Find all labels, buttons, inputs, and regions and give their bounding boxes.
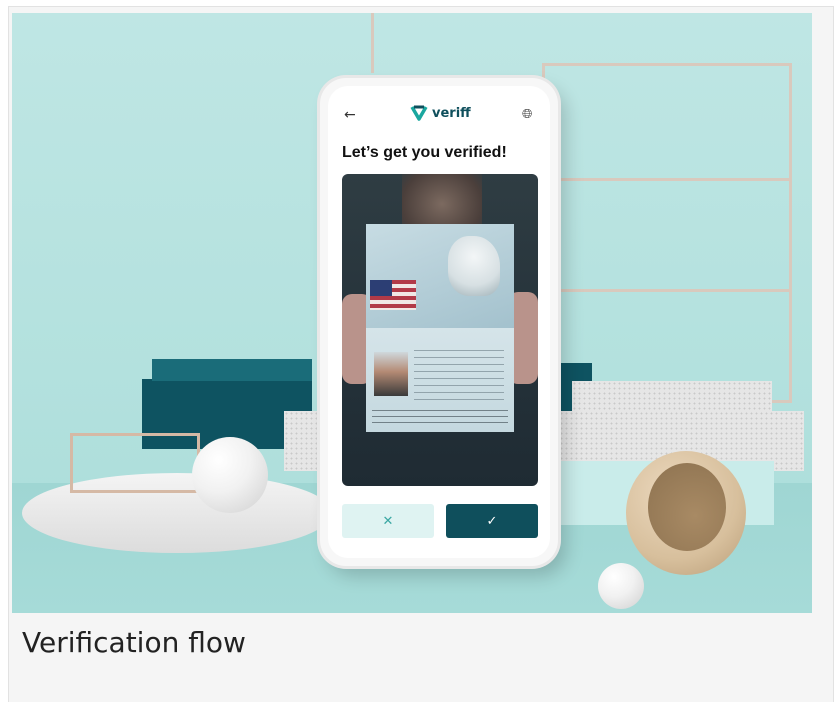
image-caption: Verification flow — [22, 626, 246, 659]
passport — [366, 224, 514, 432]
confirm-button[interactable]: ✓ — [446, 504, 538, 538]
passport-data-page — [366, 328, 514, 432]
person-face — [402, 174, 482, 228]
retake-button[interactable]: ✕ — [342, 504, 434, 538]
app-header: ← veriff 🌐︎ — [328, 104, 550, 126]
globe-icon[interactable]: 🌐︎ — [522, 108, 532, 122]
captured-document-photo — [342, 174, 538, 486]
passport-details — [414, 350, 504, 400]
screen-heading: Let’s get you verified! — [342, 144, 507, 161]
dark-block-top — [152, 359, 312, 381]
brand-name: veriff — [432, 105, 471, 121]
metal-frame — [542, 63, 792, 403]
metal-frame-vertical — [366, 13, 374, 73]
back-arrow-icon[interactable]: ← — [344, 108, 356, 122]
white-sphere — [192, 437, 268, 513]
speckled-block-top — [572, 381, 772, 411]
small-white-sphere — [598, 563, 644, 609]
phone-mockup: ← veriff 🌐︎ Let’s get you verified! ✕ ✓ — [320, 78, 558, 566]
passport-mrz — [372, 410, 508, 424]
metal-frame-bottom — [70, 433, 200, 493]
tan-hemisphere-inner — [648, 463, 726, 551]
close-icon: ✕ — [382, 513, 394, 528]
eagle-illustration — [448, 236, 500, 296]
passport-cover-page — [366, 224, 514, 328]
brand-logo: veriff — [410, 105, 471, 121]
phone-screen: ← veriff 🌐︎ Let’s get you verified! ✕ ✓ — [328, 86, 550, 558]
veriff-logo-icon — [410, 105, 428, 121]
flag-canton — [370, 280, 392, 296]
passport-holder-photo — [374, 352, 408, 396]
metal-frame-rail — [542, 178, 792, 181]
hero-image: ← veriff 🌐︎ Let’s get you verified! ✕ ✓ — [12, 13, 812, 613]
metal-frame-rail — [542, 289, 792, 292]
checkmark-icon: ✓ — [486, 513, 498, 528]
